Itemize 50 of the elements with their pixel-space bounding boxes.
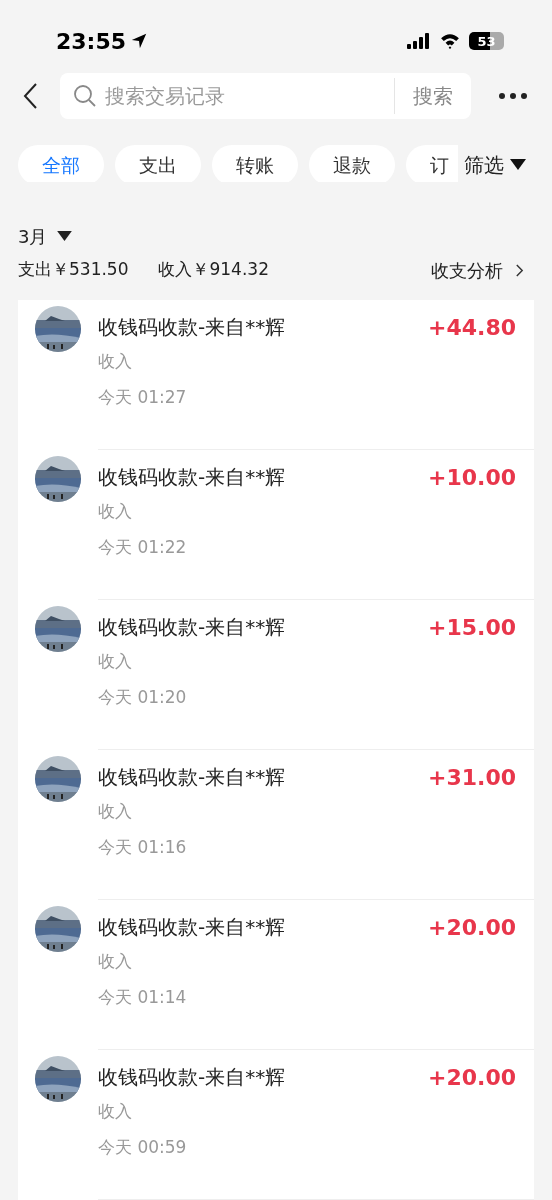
search-icon [73,84,97,109]
transaction-category: 收入 [98,800,132,823]
transaction-row[interactable]: 收钱码收款-来自**辉 +20.00 收入 今天 00:59 [18,1050,534,1200]
transaction-category: 收入 [98,650,132,673]
transaction-row[interactable]: 收钱码收款-来自**辉 +31.00 收入 今天 01:16 [18,750,534,900]
transaction-title: 收钱码收款-来自**辉 [98,464,286,491]
transaction-amount: +15.00 [427,613,516,642]
transaction-amount: +20.00 [427,1063,516,1092]
caret-icon [57,230,73,242]
wifi-icon [439,33,461,50]
transaction-category: 收入 [98,950,132,973]
filter-tab[interactable]: 全部 [18,145,104,182]
transaction-title: 收钱码收款-来自**辉 [98,764,286,791]
transaction-time: 今天 01:14 [98,985,187,1009]
transaction-row[interactable]: 收钱码收款-来自**辉 +15.00 收入 今天 01:20 [18,600,534,750]
transaction-category: 收入 [98,500,132,523]
transaction-category: 收入 [98,1100,132,1123]
transaction-time: 今天 01:27 [98,385,187,409]
filter-button[interactable]: 筛选 [464,150,504,181]
transaction-amount: +10.00 [427,463,516,492]
transaction-amount: +31.00 [427,763,516,792]
transaction-time: 今天 01:16 [98,835,187,859]
transaction-time: 今天 00:59 [98,1135,187,1159]
income-total: 收入￥914.32 [158,258,269,282]
expense-total: 支出￥531.50 [18,258,129,282]
analysis-link[interactable]: 收支分析 [431,256,524,284]
transaction-title: 收钱码收款-来自**辉 [98,1064,286,1091]
transaction-category: 收入 [98,350,132,373]
transaction-time: 今天 01:22 [98,535,187,559]
transaction-time: 今天 01:20 [98,685,187,709]
filter-tab[interactable]: 支出 [115,145,201,182]
month-selector[interactable]: 3月 [18,222,48,250]
transaction-amount: +44.80 [427,313,516,342]
search-field[interactable]: 搜索交易记录 搜索 [60,73,471,120]
caret-icon [510,159,526,172]
back-icon [22,82,38,111]
filter-tab[interactable]: 订 [406,145,458,182]
transaction-row[interactable]: 收钱码收款-来自**辉 +44.80 收入 今天 01:27 [18,300,534,450]
status-time: 23:55 [56,27,127,56]
filter-tab[interactable]: 转账 [212,145,298,182]
transaction-row[interactable]: 收钱码收款-来自**辉 +20.00 收入 今天 01:14 [18,900,534,1050]
filter-tab[interactable]: 退款 [309,145,395,182]
transaction-title: 收钱码收款-来自**辉 [98,914,286,941]
chevron-right-icon [515,262,524,278]
transaction-amount: +20.00 [427,913,516,942]
signal-icon [407,33,431,50]
search-button[interactable]: 搜索 [395,81,471,112]
transaction-title: 收钱码收款-来自**辉 [98,614,286,641]
transaction-title: 收钱码收款-来自**辉 [98,314,286,341]
transaction-row[interactable]: 收钱码收款-来自**辉 +10.00 收入 今天 01:22 [18,450,534,600]
